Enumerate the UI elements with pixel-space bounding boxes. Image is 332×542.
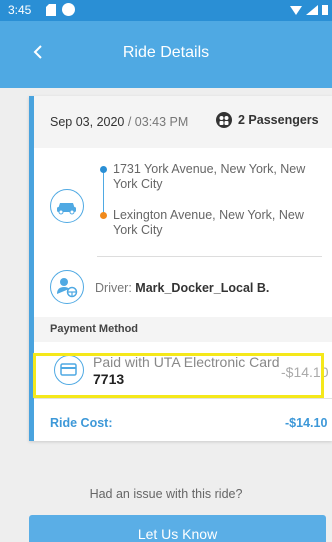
signal-battery-icons <box>290 5 328 15</box>
dropoff-dot <box>100 212 107 219</box>
card-number: 7713 <box>93 371 125 387</box>
driver-info: Driver: Mark_Docker_Local B. <box>95 281 269 295</box>
payment-amount: -$14.10 <box>281 364 329 380</box>
driver-name: Mark_Docker_Local B. <box>135 281 270 295</box>
page-title: Ride Details <box>122 44 210 61</box>
payment-method-header: Payment Method <box>34 317 332 342</box>
status-time: 3:45 <box>8 3 32 17</box>
credit-card-icon <box>54 355 84 385</box>
driver-icon <box>50 270 84 304</box>
ride-date-value: Sep 03, 2020 <box>50 115 125 129</box>
app-notification-icon <box>62 3 75 16</box>
divider <box>97 256 322 257</box>
ride-date-separator: / <box>124 115 135 129</box>
driver-label: Driver: <box>95 281 136 295</box>
pickup-dot <box>100 166 107 173</box>
car-icon <box>50 189 84 223</box>
ride-time: 03:43 PM <box>134 115 189 129</box>
sim-card-icon <box>46 4 56 16</box>
status-bar: 3:45 <box>0 0 332 21</box>
payment-method-label: Payment Method <box>50 323 139 335</box>
ride-cost-label: Ride Cost: <box>50 416 113 430</box>
dropoff-address: Lexington Avenue, New York, New York Cit… <box>113 208 304 237</box>
issue-prompt: Had an issue with this ride? <box>89 487 243 501</box>
app-bar: Ride Details <box>0 21 332 88</box>
passenger-count: 2 Passengers <box>238 113 319 127</box>
pickup-address: 1731 York Avenue, New York, New York Cit… <box>113 162 306 191</box>
let-us-know-button[interactable]: Let Us Know <box>29 515 326 542</box>
payment-method-text: Paid with UTA Electronic Card <box>93 354 280 370</box>
ride-date: Sep 03, 2020 / 03:43 PM <box>50 115 188 129</box>
ride-details-card: Sep 03, 2020 / 03:43 PM 2 Passengers 173… <box>29 96 332 441</box>
passengers-icon <box>216 112 232 128</box>
route-line <box>103 170 104 214</box>
divider <box>34 398 332 399</box>
ride-cost-value: -$14.10 <box>285 416 328 430</box>
